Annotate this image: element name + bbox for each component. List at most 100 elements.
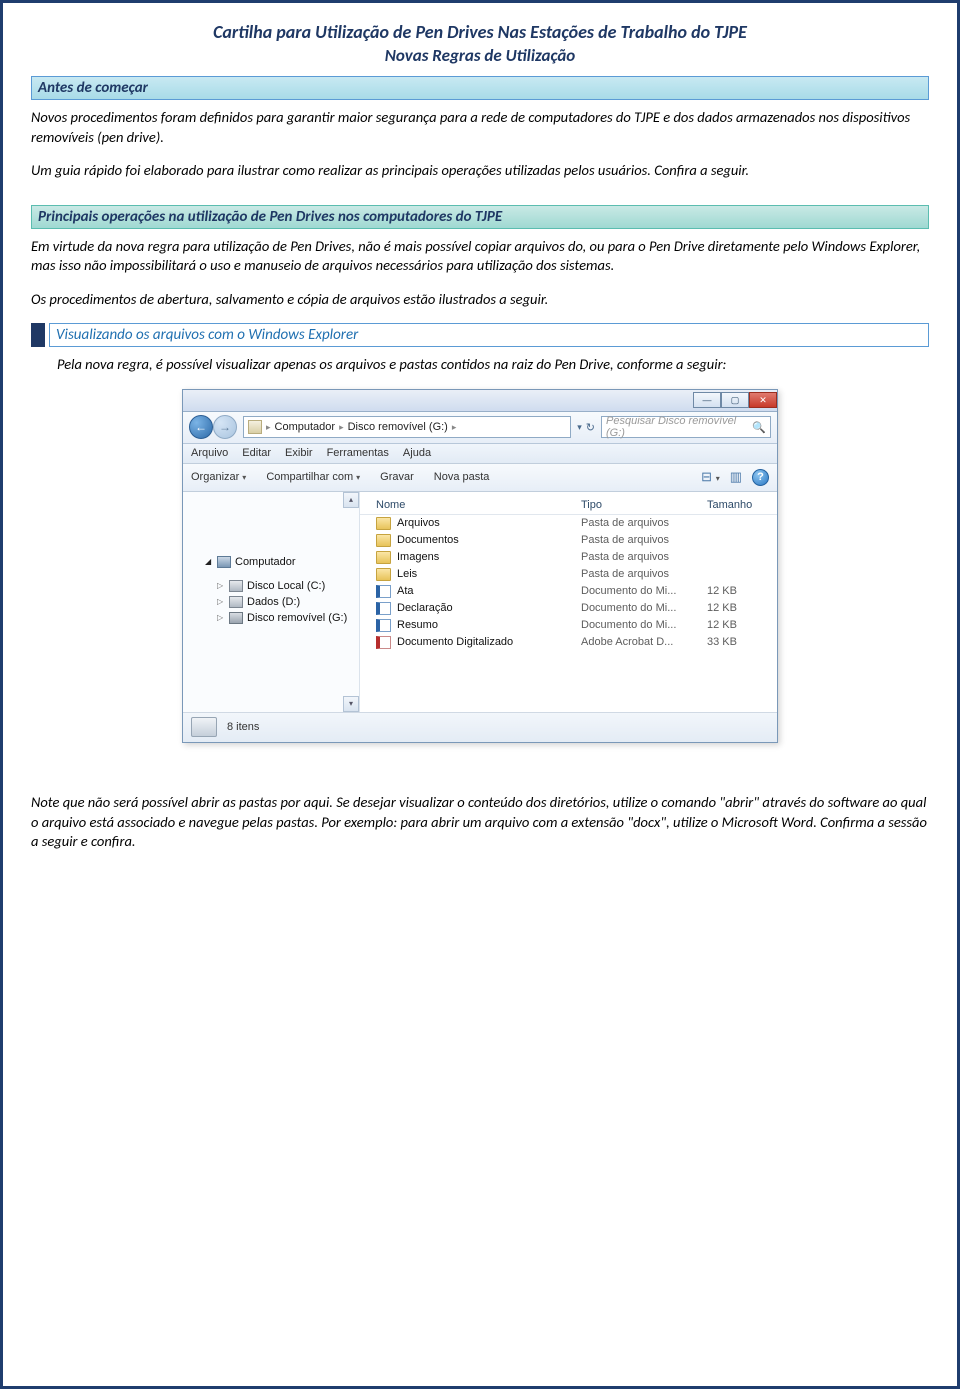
folder-icon [376,517,391,530]
page-title: Cartilha para Utilização de Pen Drives N… [31,21,929,43]
usb-drive-icon [229,612,243,624]
decoration [31,323,45,347]
menu-exibir[interactable]: Exibir [285,447,313,459]
menu-editar[interactable]: Editar [242,447,271,459]
tree-computer[interactable]: ◢ Computador [187,554,355,570]
help-icon[interactable]: ? [752,469,769,486]
paragraph: Os procedimentos de abertura, salvamento… [31,290,929,310]
file-type: Pasta de arquivos [581,568,707,580]
menu-bar: Arquivo Editar Exibir Ferramentas Ajuda [183,444,777,464]
expand-icon: ▷ [217,597,225,606]
expand-icon: ▷ [217,613,225,622]
forward-button[interactable]: → [213,415,237,439]
file-name: Resumo [397,619,581,631]
folder-icon [376,568,391,581]
chevron-down-icon: ▾ [356,473,360,482]
back-button[interactable]: ← [189,415,213,439]
address-bar[interactable]: ▸ Computador ▸ Disco removível (G:) ▸ [243,416,571,438]
file-name: Documento Digitalizado [397,636,581,648]
file-type: Pasta de arquivos [581,551,707,563]
file-size: 12 KB [707,585,769,597]
file-row[interactable]: DeclaraçãoDocumento do Mi...12 KB [360,600,777,617]
toolbar-gravar[interactable]: Gravar [380,471,414,483]
breadcrumb-item[interactable]: Computador [275,421,336,433]
paragraph: Em virtude da nova regra para utilização… [31,237,929,276]
file-name: Imagens [397,551,581,563]
file-row[interactable]: AtaDocumento do Mi...12 KB [360,583,777,600]
paragraph: Pela nova regra, é possível visualizar a… [31,355,929,375]
tree-drive-c[interactable]: ▷ Disco Local (C:) [187,578,355,594]
file-row[interactable]: DocumentosPasta de arquivos [360,532,777,549]
view-mode-icon[interactable]: ⊟ ▾ [701,469,720,485]
explorer-window: — ▢ ✕ ← → ▸ Computador ▸ Disco removível… [182,389,778,743]
drive-icon [229,596,243,608]
chevron-down-icon: ▾ [242,473,246,482]
toolbar-compartilhar[interactable]: Compartilhar com▾ [266,471,360,483]
file-row[interactable]: ArquivosPasta de arquivos [360,515,777,532]
preview-pane-icon[interactable]: ▥ [730,469,742,485]
search-placeholder: Pesquisar Disco removível (G:) [606,415,744,439]
paragraph: Note que não será possível abrir as past… [31,793,929,852]
paragraph: Um guia rápido foi elaborado para ilustr… [31,161,929,181]
toolbar-nova-pasta[interactable]: Nova pasta [434,471,490,483]
column-headers: Nome Tipo Tamanho [360,496,777,515]
nav-tree: ▴ ◢ Computador ▷ Disco Local (C:) ▷ Dado… [183,492,360,712]
page-subtitle: Novas Regras de Utilização [31,45,929,66]
file-type: Pasta de arquivos [581,534,707,546]
file-row[interactable]: Documento DigitalizadoAdobe Acrobat D...… [360,634,777,651]
paragraph: Novos procedimentos foram definidos para… [31,108,929,147]
file-type: Documento do Mi... [581,585,707,597]
tree-drive-d[interactable]: ▷ Dados (D:) [187,594,355,610]
section-main-ops: Principais operações na utilização de Pe… [31,205,929,229]
drive-icon [191,717,217,737]
search-input[interactable]: Pesquisar Disco removível (G:) 🔍 [601,416,771,438]
menu-ferramentas[interactable]: Ferramentas [327,447,389,459]
file-row[interactable]: ImagensPasta de arquivos [360,549,777,566]
computer-icon [217,556,231,568]
word-icon [376,619,391,632]
chevron-right-icon: ▸ [266,422,271,433]
expand-icon: ▷ [217,581,225,590]
search-icon: 🔍 [752,421,766,434]
file-row[interactable]: ResumoDocumento do Mi...12 KB [360,617,777,634]
file-name: Leis [397,568,581,580]
column-size[interactable]: Tamanho [707,499,769,511]
menu-ajuda[interactable]: Ajuda [403,447,431,459]
scroll-up-button[interactable]: ▴ [343,492,359,508]
folder-icon [376,551,391,564]
chevron-down-icon[interactable]: ▾ [577,422,582,433]
breadcrumb-item[interactable]: Disco removível (G:) [348,421,448,433]
status-bar: 8 itens [183,712,777,742]
file-name: Arquivos [397,517,581,529]
section-before-start: Antes de começar [31,76,929,100]
toolbar-organizar[interactable]: Organizar▾ [191,471,246,483]
column-type[interactable]: Tipo [581,499,707,511]
refresh-icon[interactable]: ↻ [586,421,595,434]
file-size: 33 KB [707,636,769,648]
window-title-bar: — ▢ ✕ [183,390,777,412]
drive-icon [248,420,262,434]
close-button[interactable]: ✕ [749,392,777,408]
file-type: Documento do Mi... [581,619,707,631]
subsection-visualizing: Visualizando os arquivos com o Windows E… [49,323,929,347]
file-size: 12 KB [707,619,769,631]
status-text: 8 itens [227,721,259,733]
tree-drive-g[interactable]: ▷ Disco removível (G:) [187,610,355,626]
chevron-right-icon: ▸ [452,422,457,433]
file-list: Nome Tipo Tamanho ArquivosPasta de arqui… [360,492,777,712]
maximize-button[interactable]: ▢ [721,392,749,408]
chevron-right-icon: ▸ [339,422,344,433]
menu-arquivo[interactable]: Arquivo [191,447,228,459]
minimize-button[interactable]: — [693,392,721,408]
file-size: 12 KB [707,602,769,614]
pdf-icon [376,636,391,649]
file-row[interactable]: LeisPasta de arquivos [360,566,777,583]
collapse-icon: ◢ [205,557,213,566]
file-name: Declaração [397,602,581,614]
file-name: Documentos [397,534,581,546]
column-name[interactable]: Nome [376,499,581,511]
word-icon [376,585,391,598]
word-icon [376,602,391,615]
scroll-down-button[interactable]: ▾ [343,696,359,712]
file-type: Pasta de arquivos [581,517,707,529]
